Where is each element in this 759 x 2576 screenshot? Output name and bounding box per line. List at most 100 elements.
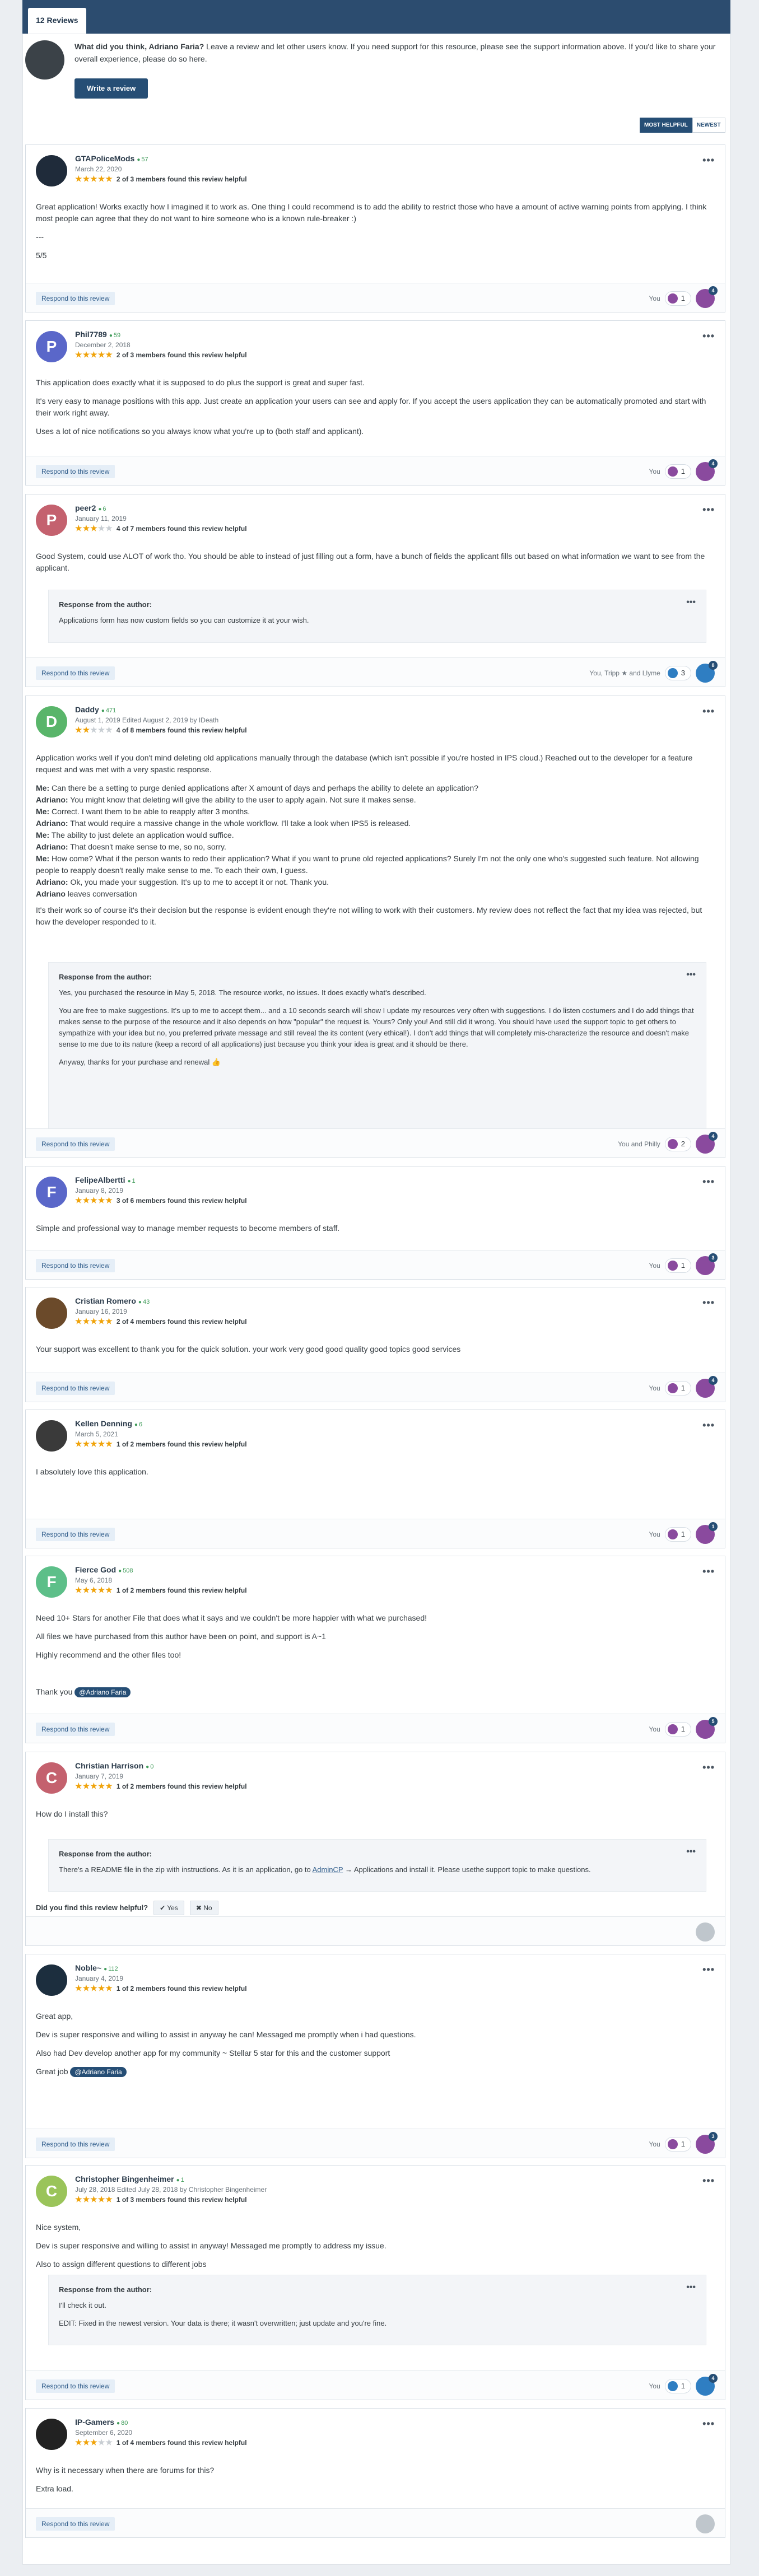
review-card: PPhil778959December 2, 2018★★★★★2 of 3 m…: [25, 320, 725, 486]
review-paragraph: Also had Dev develop another app for my …: [36, 2048, 390, 2057]
ellipsis-icon[interactable]: •••: [702, 329, 715, 344]
reaction-count-pill[interactable]: 3: [664, 666, 691, 680]
review-card: DDaddy471August 1, 2019 Edited August 2,…: [25, 696, 725, 1158]
review-date: January 11, 2019: [75, 514, 247, 524]
react-button[interactable]: 8: [696, 661, 718, 683]
respond-button[interactable]: Respond to this review: [36, 2517, 115, 2531]
reviewer-name[interactable]: Cristian Romero: [75, 1296, 136, 1305]
respond-button[interactable]: Respond to this review: [36, 666, 115, 680]
review-date: January 16, 2019: [75, 1307, 247, 1317]
reviewer-name[interactable]: Fierce God: [75, 1565, 116, 1574]
react-button[interactable]: 4: [696, 459, 718, 481]
reviewer-avatar[interactable]: P: [36, 505, 67, 536]
ellipsis-icon[interactable]: •••: [686, 2282, 696, 2293]
respond-button[interactable]: Respond to this review: [36, 1137, 115, 1151]
respond-button[interactable]: Respond to this review: [36, 1382, 115, 1395]
reviewer-name[interactable]: Daddy: [75, 705, 99, 714]
ellipsis-icon[interactable]: •••: [702, 1174, 715, 1189]
conversation-line: Adriano: You might know that deleting wi…: [36, 795, 416, 804]
react-button[interactable]: [696, 1922, 715, 1942]
reviewer-avatar[interactable]: D: [36, 706, 67, 738]
respond-button[interactable]: Respond to this review: [36, 2138, 115, 2151]
react-button[interactable]: 4: [696, 2374, 718, 2396]
respond-button[interactable]: Respond to this review: [36, 2379, 115, 2393]
review-paragraph: It's their work so of course it's their …: [36, 906, 702, 926]
react-button[interactable]: 4: [696, 1132, 718, 1154]
respond-button[interactable]: Respond to this review: [36, 292, 115, 305]
reviewer-name[interactable]: IP-Gamers: [75, 2418, 114, 2426]
speaker: Adriano:: [36, 878, 68, 886]
reviewer-avatar[interactable]: C: [36, 1762, 67, 1794]
user-mention[interactable]: @Adriano Faria: [70, 2067, 127, 2077]
ellipsis-icon[interactable]: •••: [686, 1846, 696, 1858]
reputation-badge: 57: [137, 156, 148, 163]
reaction-count-pill[interactable]: 1: [664, 2137, 691, 2152]
reaction-count-pill[interactable]: 1: [664, 291, 691, 306]
reviewer-avatar[interactable]: F: [36, 1177, 67, 1208]
react-button[interactable]: 3: [696, 2132, 718, 2154]
reaction-count-pill[interactable]: 1: [664, 1527, 691, 1542]
reviewer-avatar[interactable]: F: [36, 1566, 67, 1598]
ellipsis-icon[interactable]: •••: [702, 1962, 715, 1977]
reaction-count-pill[interactable]: 1: [664, 1722, 691, 1737]
react-button[interactable]: [696, 2514, 715, 2533]
respond-button[interactable]: Respond to this review: [36, 1528, 115, 1541]
ellipsis-icon[interactable]: •••: [702, 502, 715, 517]
respond-button[interactable]: Respond to this review: [36, 1259, 115, 1272]
reviewer-avatar[interactable]: C: [36, 2176, 67, 2207]
reviewer-name[interactable]: FelipeAlbertti: [75, 1175, 125, 1184]
ellipsis-icon[interactable]: •••: [686, 597, 696, 608]
react-button[interactable]: 1: [696, 1522, 718, 1544]
helpful-count: 1 of 2 members found this review helpful: [116, 1586, 247, 1594]
review-meta: FelipeAlbertti1January 8, 2019★★★★★3 of …: [75, 1175, 247, 1206]
reviewer-avatar[interactable]: [36, 1420, 67, 1452]
reviewer-name[interactable]: peer2: [75, 503, 96, 512]
review-card: Cristian Romero43January 16, 2019★★★★★2 …: [25, 1287, 725, 1402]
reaction-count-pill[interactable]: 1: [664, 2379, 691, 2393]
reviewer-name[interactable]: Noble~: [75, 1963, 101, 1972]
reaction-count-pill[interactable]: 1: [664, 1258, 691, 1273]
reaction-count-pill[interactable]: 1: [664, 464, 691, 479]
respond-button[interactable]: Respond to this review: [36, 1723, 115, 1736]
reviewer-avatar[interactable]: [36, 2419, 67, 2450]
reaction-count-pill[interactable]: 2: [664, 1137, 691, 1151]
ellipsis-icon[interactable]: •••: [702, 1760, 715, 1775]
admincp-link[interactable]: AdminCP: [313, 1865, 343, 1874]
tab-reviews[interactable]: 12 Reviews: [28, 8, 86, 34]
ellipsis-icon[interactable]: •••: [702, 2173, 715, 2188]
helpful-yes-button[interactable]: ✔ Yes: [153, 1901, 184, 1915]
review-meta: Noble~112January 4, 2019★★★★★1 of 2 memb…: [75, 1963, 247, 1994]
respond-button[interactable]: Respond to this review: [36, 465, 115, 478]
react-button[interactable]: 4: [696, 286, 718, 308]
reviewer-avatar[interactable]: P: [36, 331, 67, 362]
user-mention[interactable]: @Adriano Faria: [74, 1687, 131, 1697]
reviewer-name[interactable]: Phil7789: [75, 330, 107, 339]
ellipsis-icon[interactable]: •••: [702, 1418, 715, 1433]
sort-most-helpful[interactable]: Most Helpful: [640, 118, 692, 133]
reviewer-avatar[interactable]: [36, 1964, 67, 1996]
reaction-area: You, Tripp ★ and Llyme 3 8: [589, 661, 718, 683]
ellipsis-icon[interactable]: •••: [702, 2416, 715, 2432]
sort-newest[interactable]: Newest: [692, 118, 725, 133]
reviewer-name[interactable]: Kellen Denning: [75, 1419, 132, 1428]
write-review-button[interactable]: Write a review: [74, 78, 148, 99]
ellipsis-icon[interactable]: •••: [702, 153, 715, 168]
react-button[interactable]: 5: [696, 1717, 718, 1739]
reviewer-name[interactable]: Christian Harrison: [75, 1761, 143, 1770]
reviewer-name[interactable]: GTAPoliceMods: [75, 154, 134, 163]
ellipsis-icon[interactable]: •••: [702, 1564, 715, 1579]
reviewer-avatar[interactable]: [36, 155, 67, 186]
reaction-area: You 1 3: [649, 1253, 718, 1275]
ellipsis-icon[interactable]: •••: [702, 704, 715, 719]
review-date-text: August 1, 2019: [75, 716, 120, 724]
star-icon: ★: [105, 1196, 113, 1205]
ellipsis-icon[interactable]: •••: [686, 969, 696, 981]
react-button[interactable]: 3: [696, 1253, 718, 1275]
review-paragraph: Need 10+ Stars for another File that doe…: [36, 1613, 427, 1622]
reviewer-avatar[interactable]: [36, 1298, 67, 1329]
react-button[interactable]: 4: [696, 1376, 718, 1398]
ellipsis-icon[interactable]: •••: [702, 1295, 715, 1310]
reviewer-name[interactable]: Christopher Bingenheimer: [75, 2174, 174, 2183]
helpful-no-button[interactable]: ✖ No: [189, 1901, 218, 1915]
reaction-count-pill[interactable]: 1: [664, 1381, 691, 1396]
